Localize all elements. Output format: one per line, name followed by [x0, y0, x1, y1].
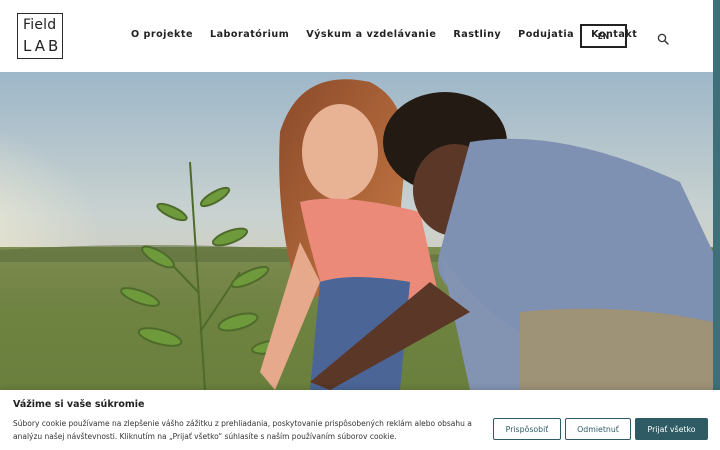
search-icon [657, 33, 669, 45]
search-button[interactable] [657, 30, 669, 45]
cookie-text: Súbory cookie používame na zlepšenie váš… [13, 419, 472, 441]
nav-item-o-projekte[interactable]: O projekte [131, 29, 193, 40]
cookie-customize-button[interactable]: Prispôsobiť [493, 418, 561, 440]
site-logo[interactable]: Field LAB [17, 13, 63, 59]
cookie-reject-button[interactable]: Odmietnuť [565, 418, 631, 440]
nav-item-laboratorium[interactable]: Laboratórium [210, 29, 289, 40]
language-switch-button[interactable]: EN [580, 24, 627, 48]
cookie-accept-all-button[interactable]: Prijať všetko [635, 418, 708, 440]
site-header: Field LAB O projekte Laboratórium Výskum… [0, 0, 713, 72]
nav-item-rastliny[interactable]: Rastliny [453, 29, 501, 40]
logo-word-lab: LAB [23, 37, 62, 55]
hero-image [0, 72, 713, 390]
main-nav: O projekte Laboratórium Výskum a vzdeláv… [131, 29, 654, 40]
cookie-title: Vážime si vaše súkromie [13, 399, 145, 410]
scrollbar-strip[interactable] [713, 0, 720, 450]
nav-item-podujatia[interactable]: Podujatia [518, 29, 574, 40]
logo-word-field: Field [23, 17, 57, 33]
nav-item-vyskum[interactable]: Výskum a vzdelávanie [306, 29, 436, 40]
